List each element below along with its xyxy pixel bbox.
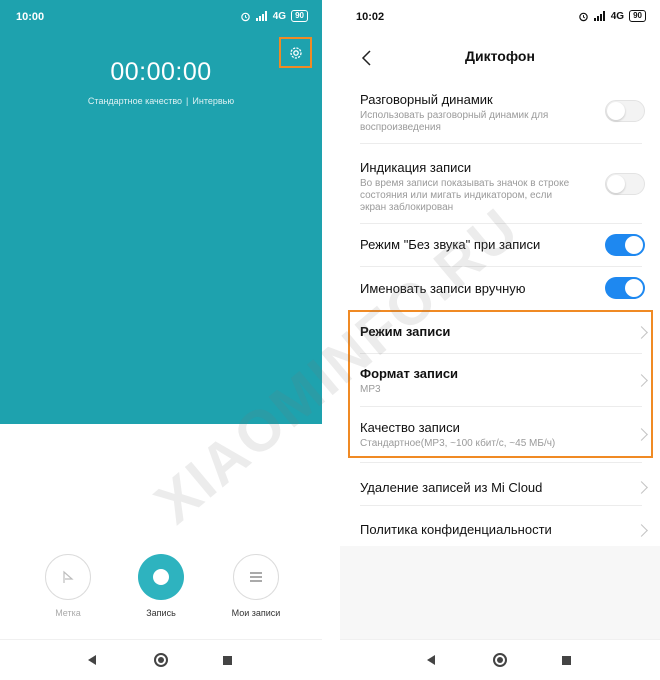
signal-icon — [593, 11, 605, 21]
status-bar: 10:02 4G 90 — [340, 0, 660, 36]
network-type: 4G — [610, 10, 625, 22]
navigation-bar — [0, 639, 322, 680]
signal-icon — [255, 11, 267, 21]
highlight-frame — [348, 310, 653, 458]
alarm-icon — [240, 12, 250, 21]
flag-icon — [63, 570, 74, 583]
page-title: Диктофон — [465, 48, 535, 64]
setting-title: Политика конфиденциальности — [360, 522, 552, 537]
setting-title: Режим "Без звука" при записи — [360, 237, 541, 252]
navigation-bar — [340, 639, 660, 680]
manual-naming-toggle[interactable] — [605, 277, 645, 299]
recording-indicator-toggle[interactable] — [605, 173, 645, 195]
record-dot-icon — [153, 569, 169, 585]
mode-label: Интервью — [192, 96, 235, 106]
setting-manual-naming[interactable]: Именовать записи вручную — [340, 266, 660, 310]
separator: | — [186, 96, 189, 106]
settings-header: Диктофон — [340, 36, 660, 78]
status-bar: 10:00 4G 90 — [0, 0, 322, 36]
setting-title: Именовать записи вручную — [360, 281, 526, 296]
silent-mode-toggle[interactable] — [605, 234, 645, 256]
setting-title: Индикация записи — [360, 160, 472, 175]
my-recordings-button[interactable]: Мои записи — [224, 554, 288, 618]
recorder-panel: 10:00 4G 90 00:00:00 Стандартное качеств… — [0, 0, 322, 424]
nav-back-icon[interactable] — [88, 655, 96, 665]
quality-label: Стандартное качество — [87, 96, 183, 106]
record-button[interactable]: Запись — [133, 554, 189, 618]
list-icon — [250, 572, 262, 582]
setting-earpiece[interactable]: Разговорный динамик Использовать разгово… — [340, 78, 660, 143]
nav-home-icon[interactable] — [493, 653, 507, 667]
nav-recents-icon[interactable] — [223, 656, 232, 665]
setting-silent-mode[interactable]: Режим "Без звука" при записи — [340, 223, 660, 266]
setting-subtitle: Использовать разговорный динамик для вос… — [360, 110, 549, 133]
my-recordings-label: Мои записи — [231, 608, 281, 618]
setting-privacy-policy[interactable]: Политика конфиденциальности — [340, 505, 660, 547]
setting-recording-indicator[interactable]: Индикация записи Во время записи показыв… — [340, 143, 660, 223]
setting-mi-cloud-deletion[interactable]: Удаление записей из Mi Cloud — [340, 462, 660, 505]
setting-title: Удаление записей из Mi Cloud — [360, 480, 543, 495]
recording-timer: 00:00:00 — [110, 58, 212, 86]
battery-icon: 90 — [291, 10, 308, 22]
recording-info: Стандартное качество | Интервью — [0, 96, 322, 106]
status-time: 10:02 — [356, 11, 385, 23]
mark-label: Метка — [55, 608, 81, 618]
status-time: 10:00 — [16, 11, 45, 23]
alarm-icon — [578, 12, 588, 21]
setting-subtitle: Во время записи показывать значок в стро… — [360, 178, 570, 213]
empty-area — [340, 546, 660, 640]
mark-button[interactable]: Метка — [44, 554, 92, 618]
record-label: Запись — [146, 608, 176, 618]
setting-title: Разговорный динамик — [360, 92, 493, 107]
battery-icon: 90 — [629, 10, 646, 22]
network-type: 4G — [272, 10, 287, 22]
nav-back-icon[interactable] — [427, 655, 435, 665]
earpiece-toggle[interactable] — [605, 100, 645, 122]
nav-home-icon[interactable] — [154, 653, 168, 667]
nav-recents-icon[interactable] — [562, 656, 571, 665]
recorder-screen: 10:00 4G 90 00:00:00 Стандартное качеств… — [0, 0, 322, 680]
